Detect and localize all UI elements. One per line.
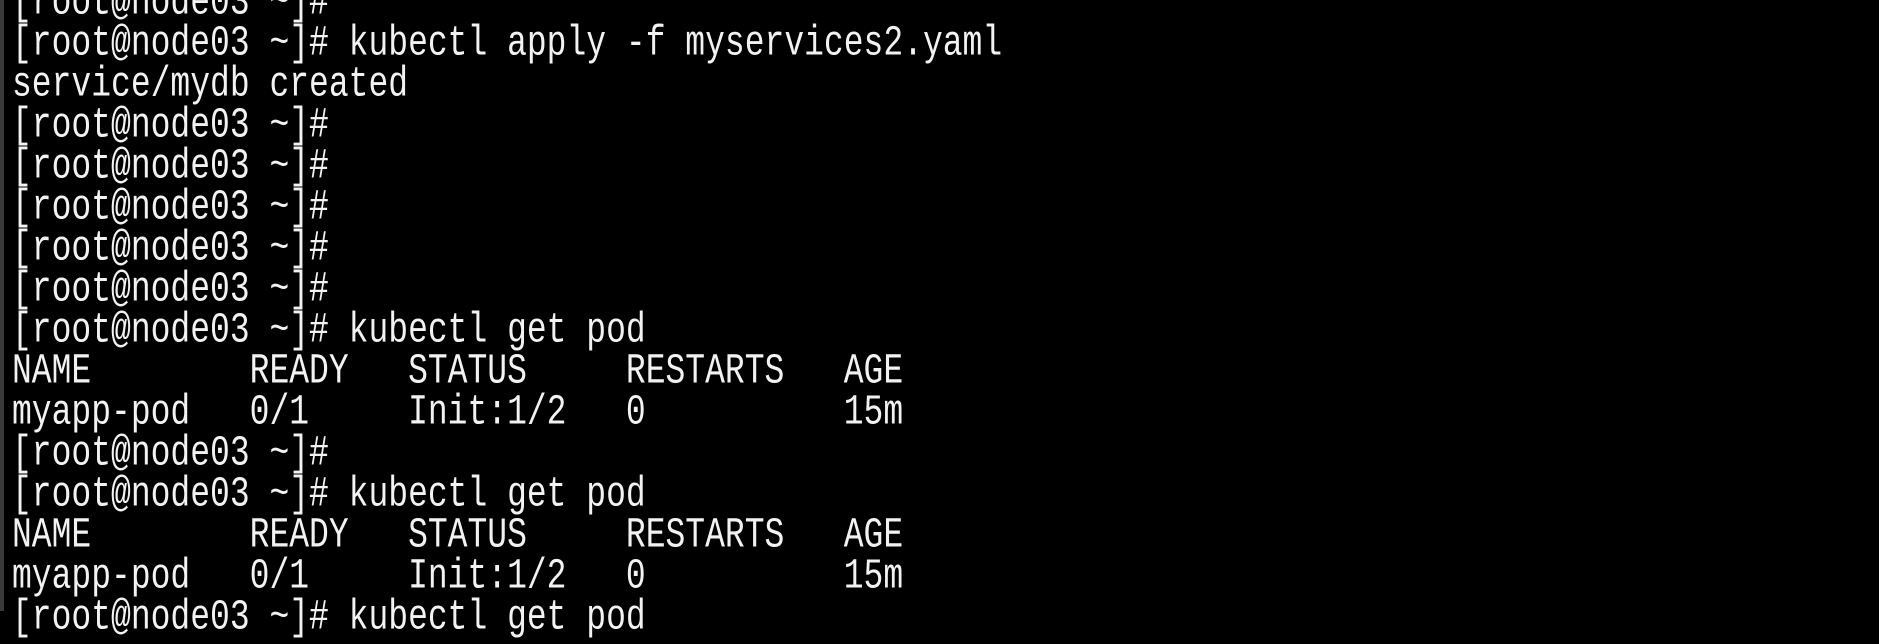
terminal-output[interactable]: [root@node03 ~]# [root@node03 ~]# kubectl… — [12, 0, 1879, 642]
terminal-line: [root@node03 ~]# kubectl get pod — [12, 593, 1879, 641]
terminal-line-text: [root@node03 ~]# kubectl get pod — [12, 593, 646, 642]
window-edge — [0, 0, 4, 611]
